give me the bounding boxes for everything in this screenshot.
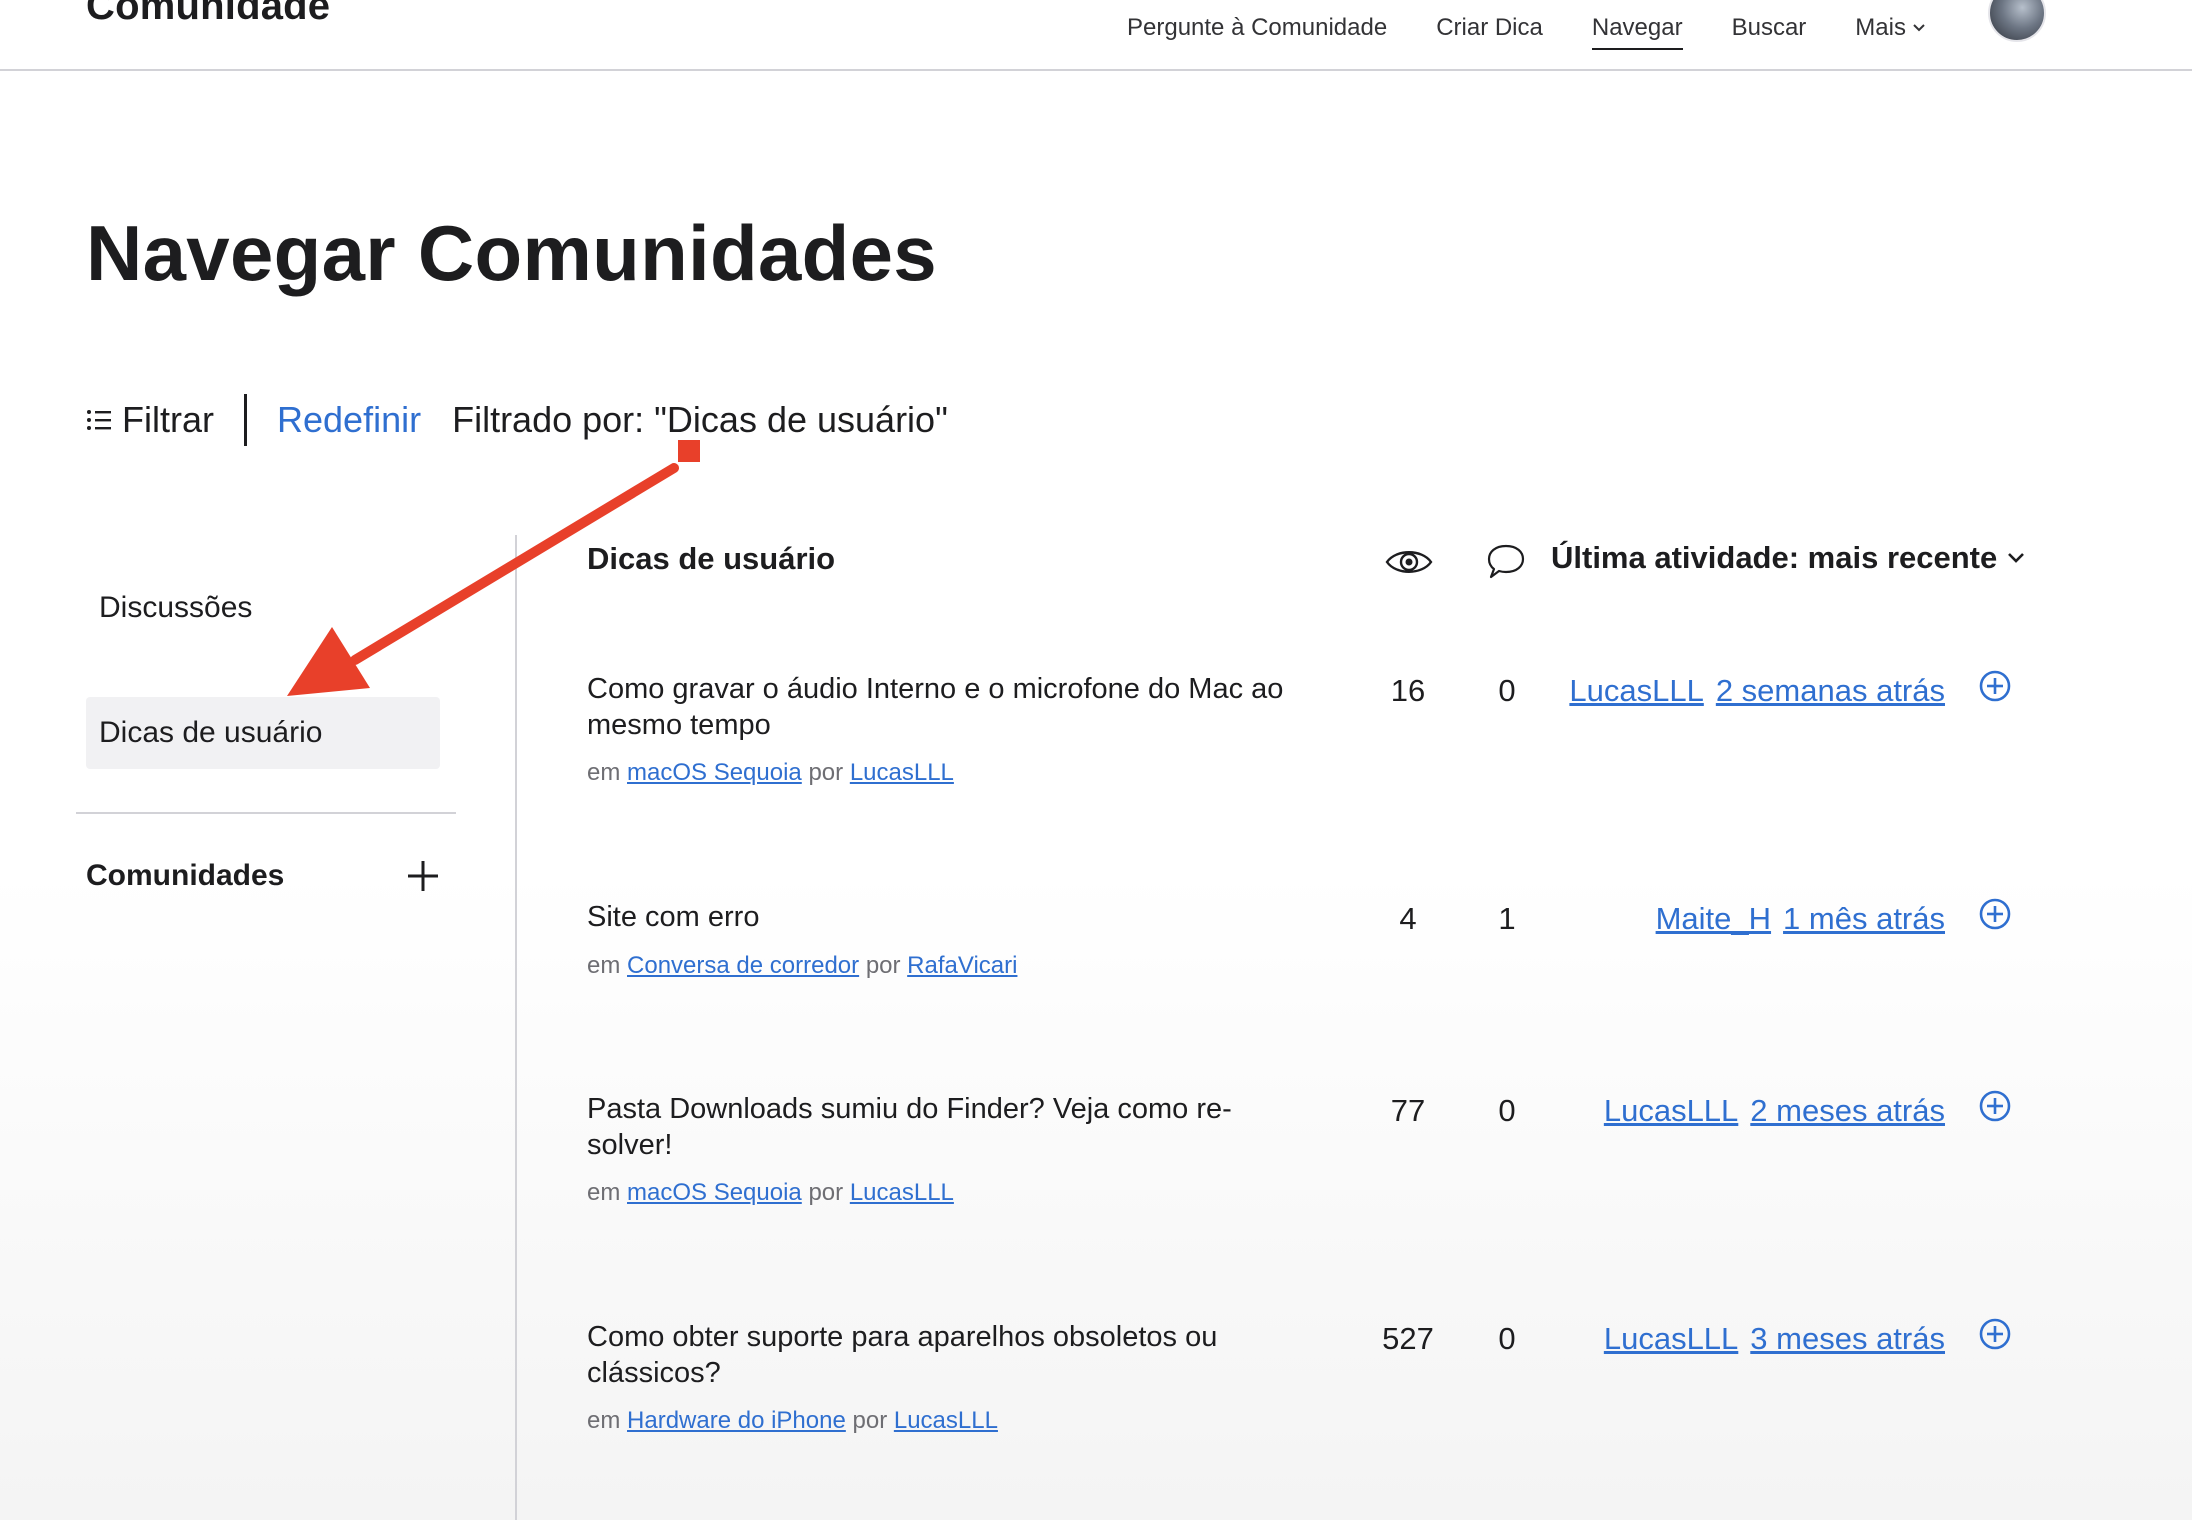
last-activity-user-link[interactable]: LucasLLL	[1604, 1093, 1738, 1129]
chevron-down-icon	[1913, 24, 1925, 32]
filter-divider	[244, 394, 247, 446]
site-brand[interactable]: Comunidade	[86, 0, 330, 29]
last-activity-time-link[interactable]: 3 meses atrás	[1750, 1321, 1945, 1357]
thread-title-link[interactable]: Como gravar o áudio Interno e o microfon…	[587, 671, 1287, 743]
community-link[interactable]: Conversa de corredor	[627, 952, 859, 979]
views-count: 77	[1390, 1093, 1426, 1128]
page-title: Navegar Comunidades	[86, 209, 937, 297]
list-heading: Dicas de usuário	[587, 541, 836, 576]
thread-title-link[interactable]: Site com erro	[587, 899, 1287, 935]
meta-in-label: em	[587, 1179, 621, 1206]
thread-meta: em macOS Sequoia por LucasLLL	[587, 759, 954, 787]
last-activity-user-link[interactable]: LucasLLL	[1569, 673, 1703, 709]
replies-count: 1	[1498, 901, 1516, 936]
author-link[interactable]: LucasLLL	[850, 1179, 954, 1206]
author-link[interactable]: RafaVicari	[907, 952, 1017, 979]
author-link[interactable]: LucasLLL	[894, 1407, 998, 1434]
speech-bubble-icon	[1487, 544, 1525, 579]
replies-count: 0	[1498, 673, 1516, 708]
last-activity: LucasLLL 2 semanas atrás	[1569, 673, 1945, 709]
sidebar-item-discussions[interactable]: Discussões	[86, 572, 440, 644]
views-count: 16	[1390, 673, 1426, 708]
views-count: 527	[1382, 1321, 1434, 1356]
sort-label: Última atividade: mais recente	[1551, 540, 1998, 575]
thread-title-link[interactable]: Pasta Downloads sumiu do Finder? Veja co…	[587, 1091, 1287, 1163]
meta-in-label: em	[587, 952, 621, 979]
top-bar: Comunidade Pergunte à Comunidade Criar D…	[0, 0, 2192, 71]
list-filter-icon	[87, 410, 111, 430]
meta-in-label: em	[587, 759, 621, 786]
meta-in-label: em	[587, 1407, 621, 1434]
community-link[interactable]: macOS Sequoia	[627, 759, 802, 786]
nav-more-label: Mais	[1855, 14, 1906, 41]
sort-dropdown[interactable]: Última atividade: mais recente	[1551, 536, 2025, 580]
nav-browse[interactable]: Navegar	[1591, 14, 1683, 50]
reset-filter-link[interactable]: Redefinir	[277, 399, 421, 441]
meta-by-label: por	[808, 759, 844, 786]
nav-search[interactable]: Buscar	[1732, 14, 1807, 42]
thread-meta: em macOS Sequoia por LucasLLL	[587, 1179, 954, 1207]
nav-ask-community[interactable]: Pergunte à Comunidade	[1127, 14, 1387, 42]
follow-plus-circle-icon[interactable]	[1978, 1089, 2012, 1123]
last-activity-time-link[interactable]: 2 meses atrás	[1750, 1093, 1945, 1129]
filter-label: Filtrar	[122, 399, 214, 440]
follow-plus-circle-icon[interactable]	[1978, 897, 2012, 931]
meta-by-label: por	[808, 1179, 844, 1206]
nav-create-tip[interactable]: Criar Dica	[1436, 14, 1543, 42]
list-item: Site com erro em Conversa de corredor po…	[0, 897, 2192, 1099]
active-filter-text: Filtrado por: "Dicas de usuário"	[452, 399, 948, 440]
filter-button[interactable]: Filtrar	[86, 399, 214, 441]
last-activity: LucasLLL 2 meses atrás	[1604, 1093, 1945, 1129]
thread-meta: em Hardware do iPhone por LucasLLL	[587, 1407, 998, 1435]
views-count: 4	[1399, 901, 1417, 936]
community-link[interactable]: Hardware do iPhone	[627, 1407, 846, 1434]
eye-icon	[1385, 551, 1433, 573]
thread-title-link[interactable]: Como obter suporte para aparelhos obsole…	[587, 1319, 1287, 1391]
meta-by-label: por	[865, 952, 901, 979]
follow-plus-circle-icon[interactable]	[1978, 1317, 2012, 1351]
top-nav: Pergunte à Comunidade Criar Dica Navegar…	[1127, 8, 1975, 50]
last-activity-time-link[interactable]: 1 mês atrás	[1783, 901, 1945, 937]
list-item: Pasta Downloads sumiu do Finder? Veja co…	[0, 1089, 2192, 1291]
meta-by-label: por	[852, 1407, 888, 1434]
filter-bar: Filtrar Redefinir Filtrado por: "Dicas d…	[86, 392, 948, 448]
nav-more-menu[interactable]: Mais	[1855, 14, 1926, 42]
last-activity-user-link[interactable]: Maite_H	[1656, 901, 1771, 937]
replies-count: 0	[1498, 1321, 1516, 1356]
list-item: Como gravar o áudio Interno e o microfon…	[0, 669, 2192, 871]
chevron-down-icon	[2008, 553, 2025, 563]
last-activity-user-link[interactable]: LucasLLL	[1604, 1321, 1738, 1357]
sidebar-item-label: Discussões	[99, 591, 253, 624]
replies-count: 0	[1498, 1093, 1516, 1128]
last-activity: LucasLLL 3 meses atrás	[1604, 1321, 1945, 1357]
thread-meta: em Conversa de corredor por RafaVicari	[587, 952, 1017, 980]
community-link[interactable]: macOS Sequoia	[627, 1179, 802, 1206]
last-activity: Maite_H 1 mês atrás	[1656, 901, 1945, 937]
list-item: Como obter suporte para aparelhos obsole…	[0, 1317, 2192, 1519]
follow-plus-circle-icon[interactable]	[1978, 669, 2012, 703]
author-link[interactable]: LucasLLL	[850, 759, 954, 786]
user-avatar[interactable]	[1988, 0, 2046, 42]
last-activity-time-link[interactable]: 2 semanas atrás	[1716, 673, 1945, 709]
